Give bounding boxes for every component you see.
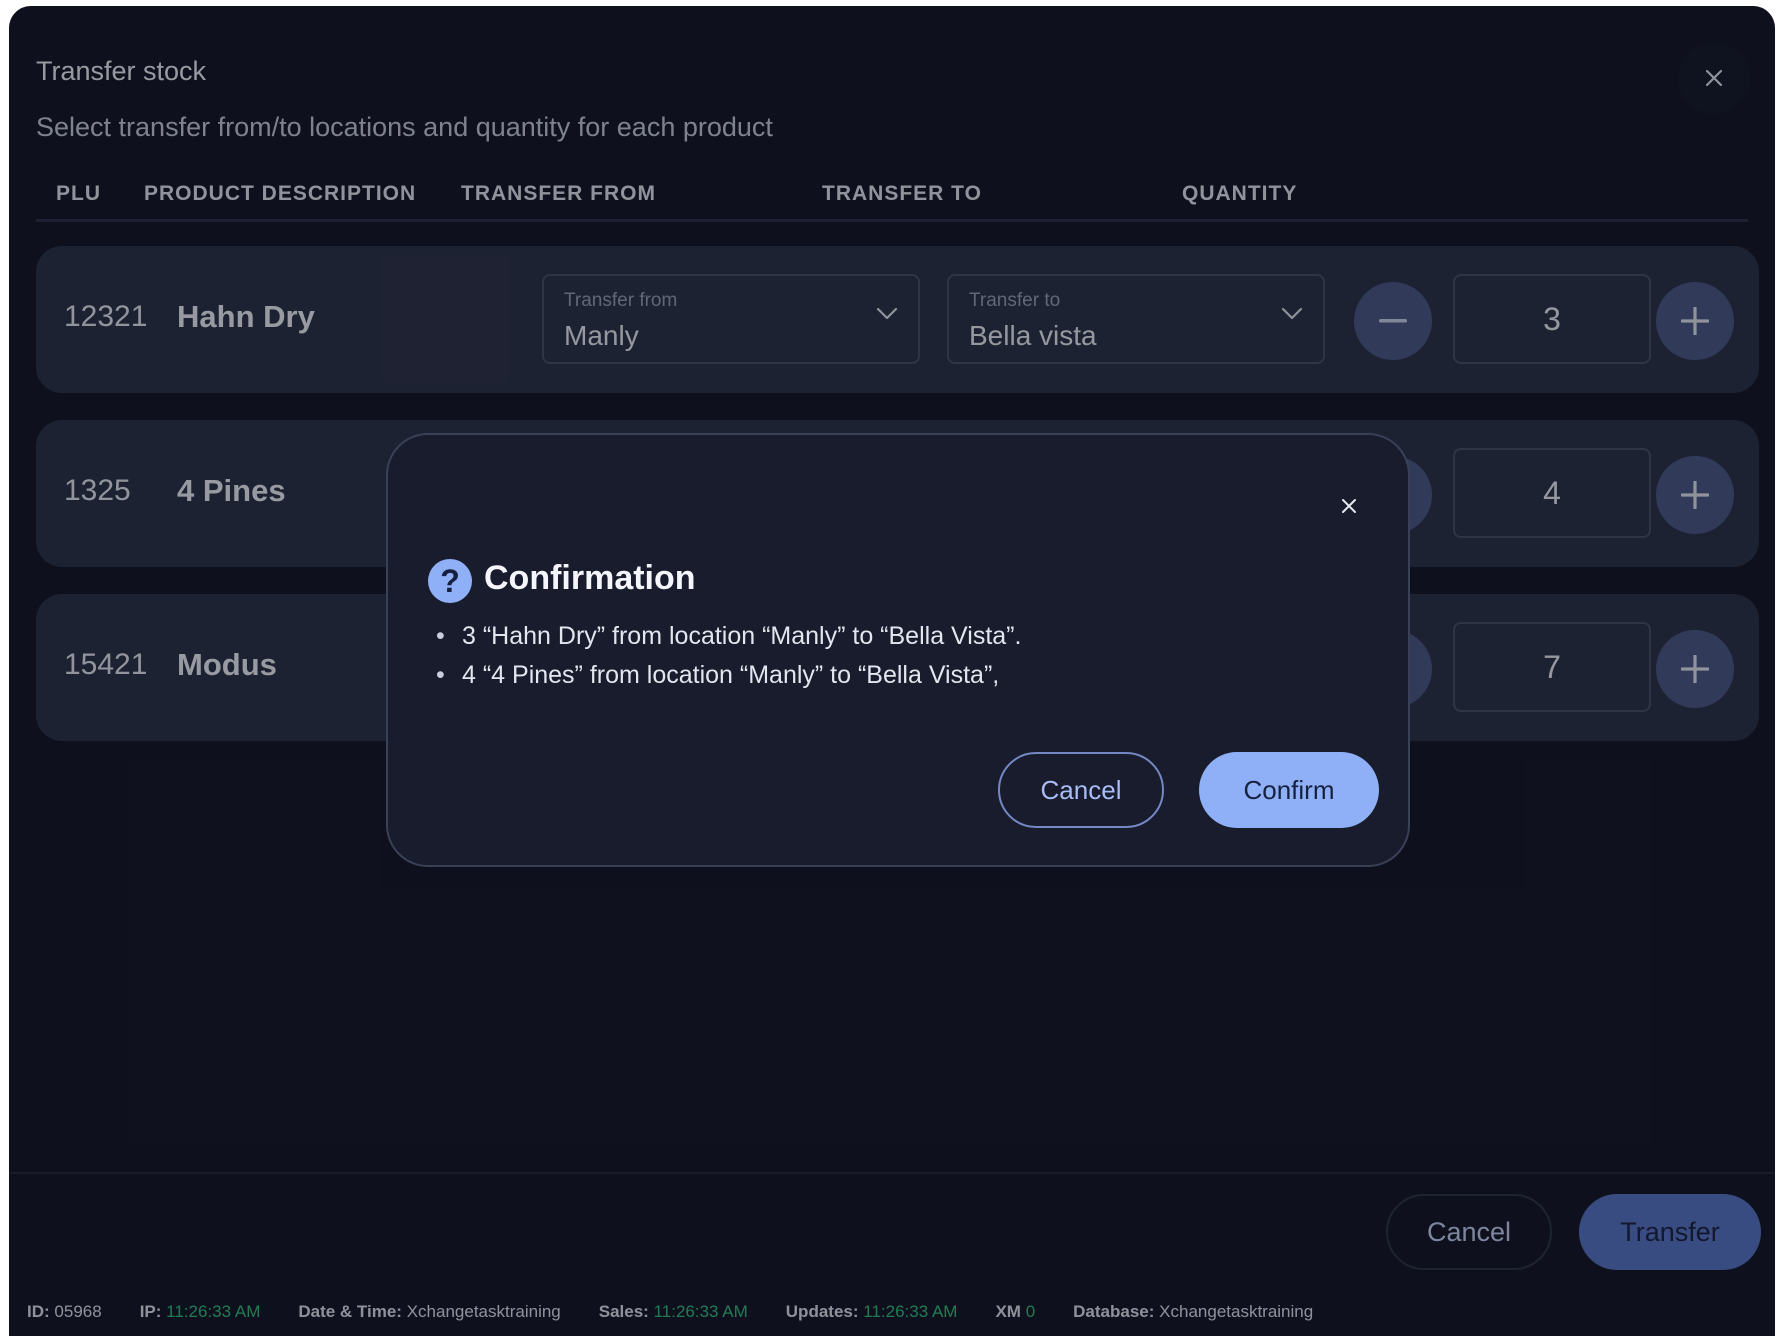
column-header-quantity: QUANTITY (1182, 182, 1298, 205)
confirmation-modal: ? Confirmation • 3 “Hahn Dry” from locati… (386, 433, 1410, 867)
status-datetime: Date & Time: Xchangetasktraining (298, 1302, 561, 1321)
modal-title: Confirmation (484, 559, 696, 597)
transfer-from-label: Transfer from (564, 290, 678, 311)
transfer-from-select[interactable]: Transfer from Manly (542, 274, 920, 364)
dialog-subtitle: Select transfer from/to locations and qu… (36, 112, 773, 142)
transfer-to-select[interactable]: Transfer to Bella vista (947, 274, 1325, 364)
column-header-transfer-from: TRANSFER FROM (461, 182, 656, 205)
row-plu: 12321 (64, 300, 148, 333)
transfer-from-value: Manly (564, 320, 639, 351)
minus-icon (1379, 319, 1407, 323)
dialog-title: Transfer stock (36, 56, 207, 86)
status-id: ID: 05968 (27, 1302, 102, 1321)
column-header-description: PRODUCT DESCRIPTION (144, 182, 417, 205)
status-database: Database: Xchangetasktraining (1073, 1302, 1314, 1321)
status-updates: Updates: 11:26:33 AM (785, 1302, 958, 1321)
decrease-quantity-button[interactable] (1354, 282, 1432, 360)
chevron-down-icon (876, 307, 898, 320)
row-product-name: Hahn Dry (177, 299, 315, 334)
question-icon: ? (428, 559, 472, 603)
table-header: PLU PRODUCT DESCRIPTION TRANSFER FROM TR… (36, 182, 1748, 222)
column-header-plu: PLU (56, 182, 101, 205)
close-icon (1342, 499, 1356, 513)
transfer-stock-window: Transfer stock Select transfer from/to l… (9, 6, 1775, 1336)
increase-quantity-button[interactable] (1656, 630, 1734, 708)
status-sales: Sales: 11:26:33 AM (598, 1302, 748, 1321)
row-product-name: Modus (177, 647, 277, 682)
table-row: 12321 Hahn Dry Transfer from Manly Trans… (36, 246, 1759, 393)
transfer-to-label: Transfer to (969, 290, 1061, 311)
increase-quantity-button[interactable] (1656, 282, 1734, 360)
plus-icon (1681, 481, 1709, 509)
chevron-down-icon (1281, 307, 1303, 320)
footer-divider (9, 1172, 1775, 1174)
plus-icon (1681, 307, 1709, 335)
transfer-button[interactable]: Transfer (1579, 1194, 1761, 1270)
confirmation-list: • 3 “Hahn Dry” from location “Manly” to “… (436, 617, 1021, 695)
list-item: • 3 “Hahn Dry” from location “Manly” to “… (436, 622, 1022, 650)
status-ip: IP: 11:26:33 AM (139, 1302, 261, 1321)
close-icon (1705, 69, 1723, 87)
row-plu: 15421 (64, 648, 148, 681)
close-dialog-button[interactable] (1678, 42, 1750, 114)
row-product-name: 4 Pines (177, 473, 286, 508)
plus-icon (1681, 655, 1709, 683)
close-modal-button[interactable] (1334, 491, 1364, 521)
cancel-button[interactable]: Cancel (1386, 1194, 1552, 1270)
row-plu: 1325 (64, 474, 131, 507)
quantity-input[interactable]: 4 (1453, 448, 1651, 538)
status-bar: ID: 05968 IP: 11:26:33 AM Date & Time: X… (9, 1288, 1775, 1336)
quantity-input[interactable]: 3 (1453, 274, 1651, 364)
quantity-input[interactable]: 7 (1453, 622, 1651, 712)
modal-cancel-button[interactable]: Cancel (998, 752, 1164, 828)
status-xm: XM 0 (995, 1302, 1036, 1321)
list-item: • 4 “4 Pines” from location “Manly” to “B… (436, 661, 1000, 689)
transfer-to-value: Bella vista (969, 320, 1097, 351)
increase-quantity-button[interactable] (1656, 456, 1734, 534)
column-header-transfer-to: TRANSFER TO (822, 182, 982, 205)
confirm-button[interactable]: Confirm (1199, 752, 1379, 828)
